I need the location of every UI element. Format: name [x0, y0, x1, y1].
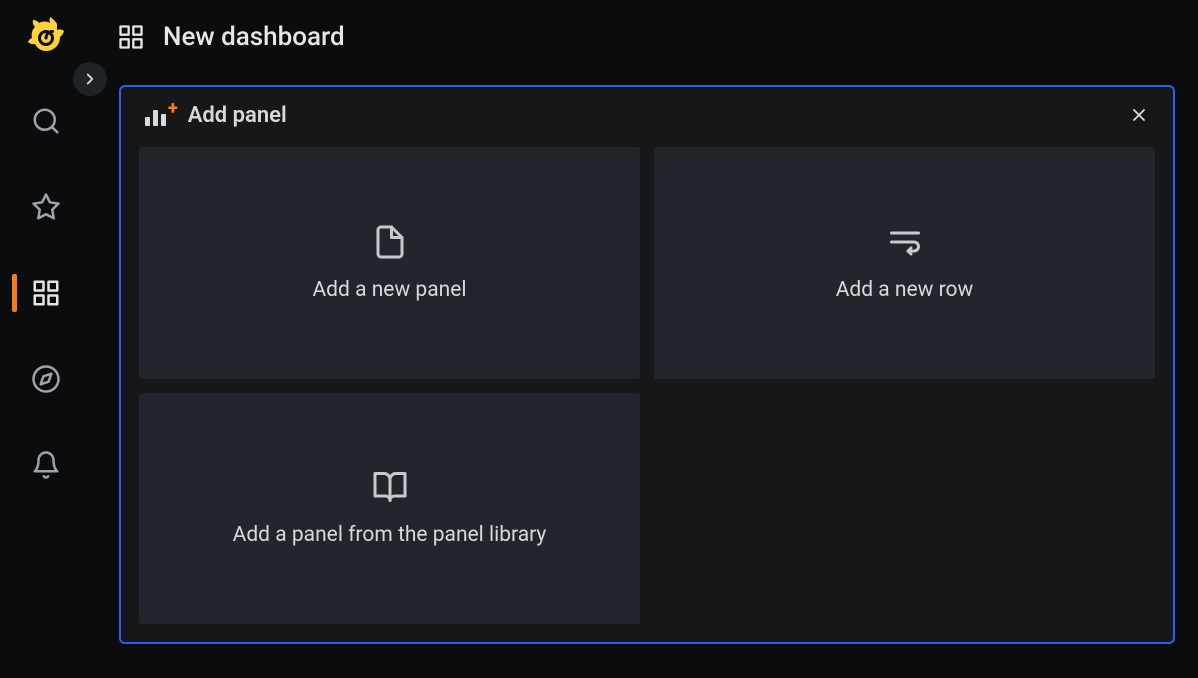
nav-alerting[interactable]: [0, 448, 91, 482]
add-panel-header-left: + Add panel: [145, 103, 287, 128]
add-new-row-option[interactable]: Add a new row: [654, 147, 1155, 379]
add-panel-card: + Add panel Add a new: [119, 85, 1175, 644]
add-panel-library-label: Add a panel from the panel library: [233, 523, 547, 547]
sidebar: [0, 0, 91, 678]
book-open-icon: [372, 469, 408, 505]
nav-dashboards[interactable]: [0, 276, 91, 310]
nav-explore[interactable]: [0, 362, 91, 396]
nav-starred[interactable]: [0, 190, 91, 224]
add-new-panel-label: Add a new panel: [312, 278, 466, 302]
topbar: New dashboard: [91, 0, 1198, 74]
add-panel-library-option[interactable]: Add a panel from the panel library: [139, 393, 640, 625]
dashboard-icon: [117, 23, 145, 51]
close-icon: [1129, 105, 1149, 125]
dashboard-icon: [31, 278, 61, 308]
sidebar-nav: [0, 104, 91, 482]
star-icon: [31, 192, 61, 222]
sidebar-expand-button[interactable]: [73, 62, 107, 96]
content: + Add panel Add a new: [91, 74, 1198, 662]
main-area: New dashboard + Add panel: [91, 0, 1198, 678]
search-icon: [31, 106, 61, 136]
page-title: New dashboard: [163, 22, 345, 52]
bar-chart-plus-icon: +: [145, 104, 178, 126]
close-button[interactable]: [1125, 101, 1153, 129]
add-panel-header: + Add panel: [139, 101, 1155, 129]
grafana-logo[interactable]: [28, 18, 64, 54]
nav-search[interactable]: [0, 104, 91, 138]
empty-slot: [654, 393, 1155, 625]
wrap-text-icon: [887, 224, 923, 260]
file-icon: [372, 224, 408, 260]
add-new-panel-option[interactable]: Add a new panel: [139, 147, 640, 379]
bell-icon: [31, 450, 61, 480]
add-new-row-label: Add a new row: [836, 278, 974, 302]
compass-icon: [31, 364, 61, 394]
add-panel-title: Add panel: [188, 103, 287, 128]
add-panel-options: Add a new panel Add a new row Add: [139, 147, 1155, 624]
